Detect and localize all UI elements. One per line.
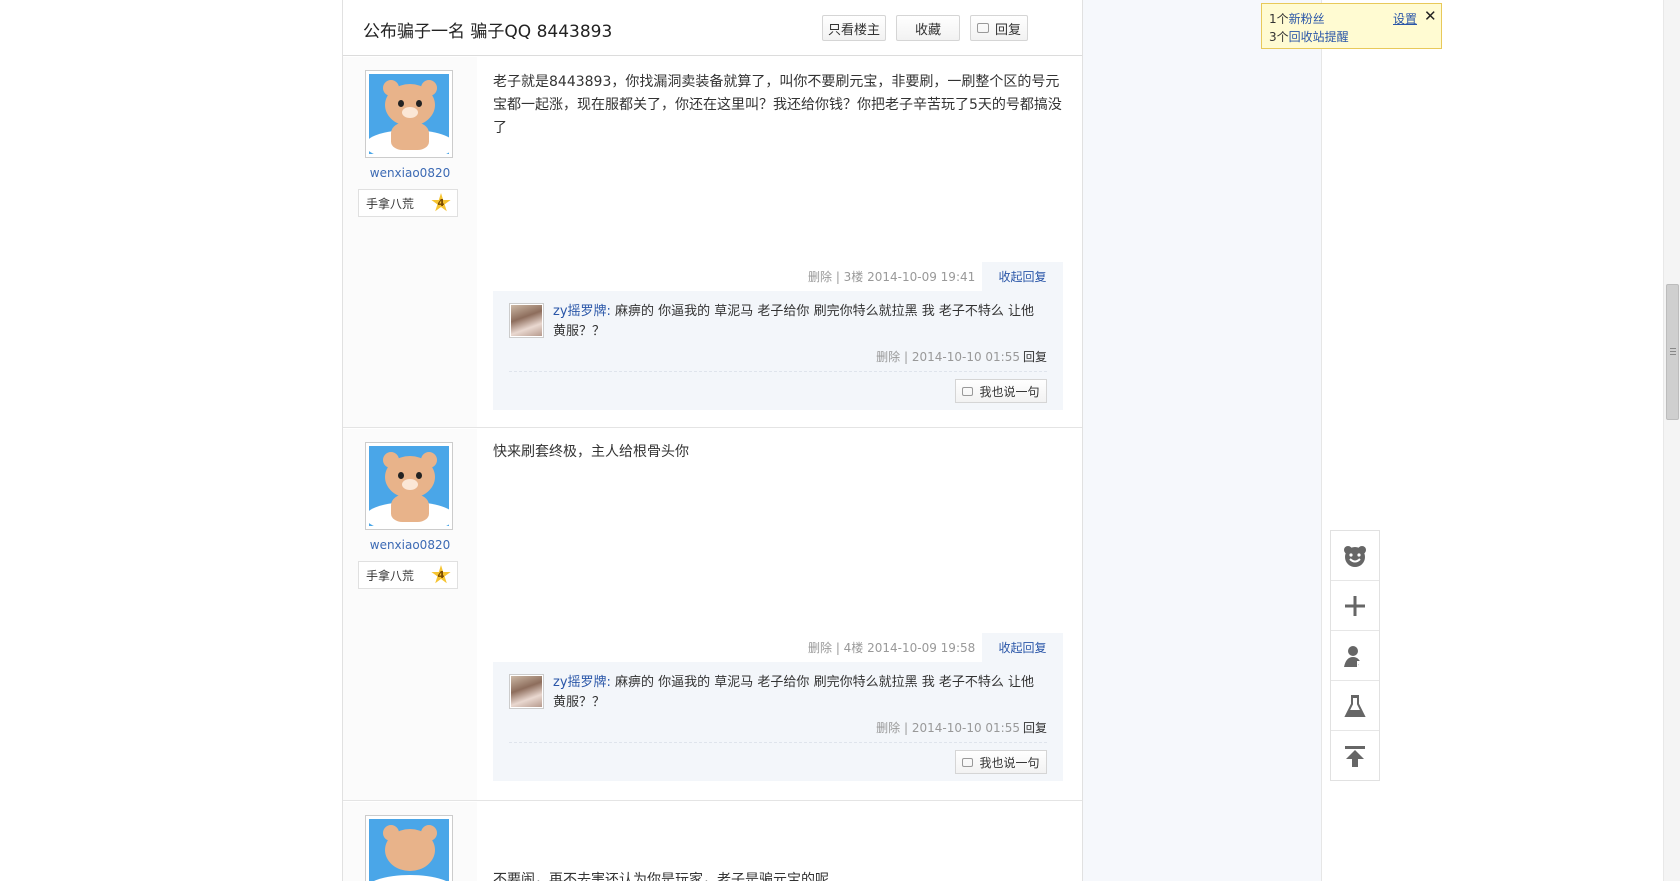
flask-icon[interactable] bbox=[1331, 681, 1379, 731]
post-floor-3: wenxiao0820 手拿八荒 4 老子就是8443893，你找漏洞卖装备就算… bbox=[343, 57, 1082, 428]
reply-button[interactable]: 回复 bbox=[970, 15, 1028, 41]
right-sidebar bbox=[1083, 0, 1322, 881]
post-floor-4: wenxiao0820 手拿八荒 4 快来刷套终极，主人给根骨头你 删除 | 4… bbox=[343, 429, 1082, 801]
sub-reply-meta: 删除 | 2014-10-10 01:55 回复 bbox=[876, 721, 1047, 735]
collect-button[interactable]: 收藏 bbox=[896, 15, 960, 41]
sub-reply-reply-link[interactable]: 回复 bbox=[1023, 721, 1047, 735]
thread-title: 公布骗子一名 骗子QQ 8443893 bbox=[363, 22, 613, 42]
notify-settings-link[interactable]: 设置 bbox=[1393, 10, 1417, 27]
thread-main: 公布骗子一名 骗子QQ 8443893 只看楼主 收藏 回复 wenxiao08… bbox=[342, 0, 1083, 881]
rank-label: 手拿八荒 bbox=[366, 196, 415, 211]
notification-popup: 1个新粉丝 3个回收站提醒 设置 ✕ bbox=[1261, 3, 1442, 49]
username-link[interactable]: wenxiao0820 bbox=[343, 538, 477, 552]
avatar[interactable] bbox=[365, 442, 453, 530]
comment-icon bbox=[962, 757, 974, 767]
post-meta: 删除 | 4楼 2014-10-09 19:58 bbox=[808, 641, 976, 655]
rank-badge[interactable]: 手拿八荒 4 bbox=[358, 189, 458, 217]
sub-reply-text: zy摇罗牌: 麻痹的 你逼我的 草泥马 老子给你 刷完你特么就拉黑 我 老子不特… bbox=[553, 675, 1034, 710]
new-fans-link[interactable]: 新粉丝 bbox=[1289, 12, 1325, 26]
only-op-button[interactable]: 只看楼主 bbox=[822, 15, 886, 41]
fold-replies-link[interactable]: 收起回复 bbox=[982, 262, 1063, 291]
post-author: wenxiao0820 手拿八荒 4 bbox=[343, 429, 477, 800]
user-icon[interactable]: · bbox=[1331, 631, 1379, 681]
page-scrollbar[interactable] bbox=[1663, 0, 1680, 881]
recycle-bin-link[interactable]: 回收站提醒 bbox=[1289, 30, 1349, 44]
level-star-icon: 4 bbox=[431, 565, 451, 584]
post-content: 不要闹，再不去害还认为你是玩家，老子是骗元宝的呢 bbox=[493, 872, 829, 881]
fold-replies-link[interactable]: 收起回复 bbox=[982, 633, 1063, 662]
bear-avatar-image bbox=[369, 446, 449, 526]
post-meta: 删除 | 3楼 2014-10-09 19:41 bbox=[808, 270, 976, 284]
thread-header: 公布骗子一名 骗子QQ 8443893 只看楼主 收藏 回复 bbox=[343, 0, 1082, 56]
level-star-icon: 4 bbox=[431, 193, 451, 212]
bear-face-icon[interactable] bbox=[1331, 531, 1379, 581]
sub-reply-reply-link[interactable]: 回复 bbox=[1023, 350, 1047, 364]
sub-reply-text: zy摇罗牌: 麻痹的 你逼我的 草泥马 老子给你 刷完你特么就拉黑 我 老子不特… bbox=[553, 304, 1034, 339]
avatar[interactable] bbox=[365, 815, 453, 881]
post-content: 老子就是8443893，你找漏洞卖装备就算了，叫你不要刷元宝，非要刷，一刷整个区… bbox=[493, 74, 1062, 136]
sub-reply-username[interactable]: zy摇罗牌: bbox=[553, 304, 611, 319]
sub-reply-meta: 删除 | 2014-10-10 01:55 回复 bbox=[876, 350, 1047, 364]
post-floor-5: 不要闹，再不去害还认为你是玩家，老子是骗元宝的呢 bbox=[343, 802, 1082, 881]
bear-avatar-image bbox=[369, 74, 449, 154]
post-content: 快来刷套终极，主人给根骨头你 bbox=[493, 444, 689, 460]
scrollbar-thumb[interactable] bbox=[1666, 284, 1679, 420]
sub-reply-username[interactable]: zy摇罗牌: bbox=[553, 675, 611, 690]
back-to-top-icon[interactable] bbox=[1331, 731, 1379, 781]
sub-reply-avatar[interactable] bbox=[509, 303, 544, 338]
reply-button-label: 回复 bbox=[994, 22, 1021, 38]
close-icon[interactable]: ✕ bbox=[1424, 7, 1437, 25]
sub-replies: zy摇罗牌: 麻痹的 你逼我的 草泥马 老子给你 刷完你特么就拉黑 我 老子不特… bbox=[493, 291, 1063, 410]
rank-label: 手拿八荒 bbox=[366, 568, 415, 583]
say-something-button[interactable]: 我也说一句 bbox=[955, 750, 1047, 774]
sub-reply-avatar[interactable] bbox=[509, 674, 544, 709]
say-something-button[interactable]: 我也说一句 bbox=[955, 379, 1047, 403]
post-author bbox=[343, 802, 477, 881]
comment-icon bbox=[962, 386, 974, 396]
avatar[interactable] bbox=[365, 70, 453, 158]
side-toolbar: · bbox=[1330, 530, 1380, 781]
rank-badge[interactable]: 手拿八荒 4 bbox=[358, 561, 458, 589]
username-link[interactable]: wenxiao0820 bbox=[343, 166, 477, 180]
plus-icon[interactable] bbox=[1331, 581, 1379, 631]
sub-replies: zy摇罗牌: 麻痹的 你逼我的 草泥马 老子给你 刷完你特么就拉黑 我 老子不特… bbox=[493, 662, 1063, 781]
post-author: wenxiao0820 手拿八荒 4 bbox=[343, 57, 477, 427]
comment-icon bbox=[976, 23, 989, 33]
bear-avatar-image bbox=[369, 819, 449, 881]
